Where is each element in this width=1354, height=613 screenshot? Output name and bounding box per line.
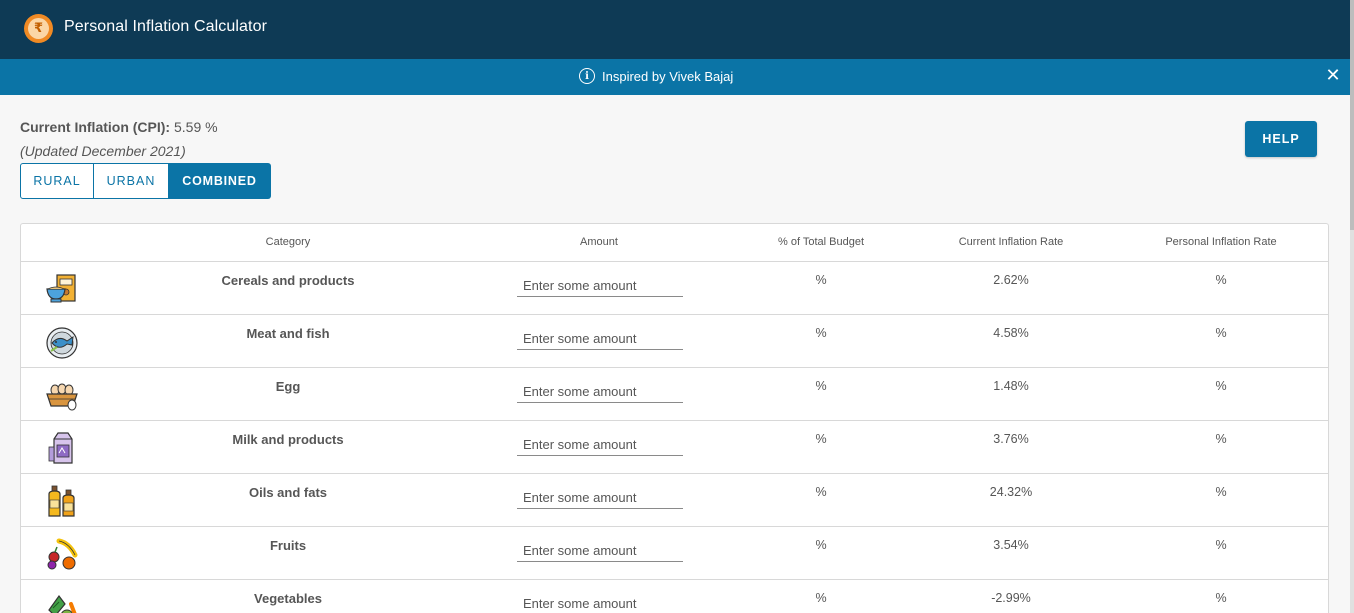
row-pct-budget: % [815, 432, 827, 446]
cpi-line: Current Inflation (CPI): 5.59 % [20, 119, 218, 135]
header-pct-budget: % of Total Budget [777, 236, 865, 248]
amount-input[interactable] [517, 433, 683, 456]
app-title: Personal Inflation Calculator [64, 18, 268, 35]
row-current-rate: 24.32% [989, 485, 1033, 499]
row-current-rate: 2.62% [993, 273, 1029, 287]
row-pct-budget: % [815, 485, 827, 499]
amount-input[interactable] [517, 486, 683, 509]
banner-content: i Inspired by Vivek Bajaj [579, 68, 733, 84]
amount-input[interactable] [517, 327, 683, 350]
row-personal-rate: % [1215, 591, 1227, 605]
table-row: Cereals and products % 2.62% % [21, 262, 1328, 315]
table-row: Egg % 1.48% % [21, 368, 1328, 421]
row-current-rate: 3.76% [993, 432, 1029, 446]
oil-bottles-icon [45, 484, 79, 518]
cereal-bowl-icon [45, 272, 79, 306]
cpi-updated-note: (Updated December 2021) [20, 143, 186, 159]
header-personal-rate: Personal Inflation Rate [1165, 236, 1277, 248]
row-personal-rate: % [1215, 432, 1227, 446]
header-category: Category [265, 236, 311, 248]
egg-basket-icon [45, 378, 79, 412]
row-category: Oils and fats [248, 485, 328, 500]
table-header: Category Amount % of Total Budget Curren… [21, 224, 1328, 262]
row-category: Egg [275, 379, 301, 394]
cpi-label: Current Inflation (CPI): [20, 119, 171, 135]
info-banner: i Inspired by Vivek Bajaj [0, 59, 1354, 95]
row-personal-rate: % [1215, 273, 1227, 287]
row-current-rate: 1.48% [993, 379, 1029, 393]
row-current-rate: -2.99% [991, 591, 1031, 605]
amount-input[interactable] [517, 380, 683, 403]
row-personal-rate: % [1215, 485, 1227, 499]
row-category: Vegetables [254, 591, 322, 606]
row-pct-budget: % [815, 273, 827, 287]
rural-button[interactable]: RURAL [20, 163, 94, 199]
header-current-rate: Current Inflation Rate [958, 236, 1064, 248]
table-row: Milk and products % 3.76% % [21, 421, 1328, 474]
header-amount: Amount [580, 236, 618, 248]
banner-text: Inspired by Vivek Bajaj [602, 68, 734, 84]
urban-button[interactable]: URBAN [94, 163, 169, 199]
row-pct-budget: % [815, 591, 827, 605]
row-personal-rate: % [1215, 379, 1227, 393]
row-category: Cereals and products [221, 273, 355, 288]
amount-input[interactable] [517, 539, 683, 562]
row-pct-budget: % [815, 379, 827, 393]
rupee-coin-icon: ₹ [24, 14, 53, 43]
page-scrollbar-thumb[interactable] [1350, 0, 1354, 230]
area-selector: RURAL URBAN COMBINED [20, 163, 271, 199]
row-pct-budget: % [815, 538, 827, 552]
row-category: Milk and products [232, 432, 344, 447]
table-row: Oils and fats % 24.32% % [21, 474, 1328, 527]
table-row: Vegetables % -2.99% % [21, 580, 1328, 613]
row-pct-budget: % [815, 326, 827, 340]
amount-input[interactable] [517, 274, 683, 297]
fish-plate-icon [45, 325, 79, 359]
banner-close-button[interactable]: ✕ [1325, 66, 1341, 86]
row-current-rate: 4.58% [993, 326, 1029, 340]
row-category: Fruits [269, 538, 307, 553]
row-category: Meat and fish [246, 326, 330, 341]
amount-input[interactable] [517, 592, 683, 613]
table-row: Fruits % 3.54% % [21, 527, 1328, 580]
cpi-value: 5.59 % [174, 119, 218, 135]
row-current-rate: 3.54% [993, 538, 1029, 552]
logo-symbol: ₹ [28, 18, 49, 39]
info-icon: i [579, 68, 595, 84]
fruits-icon [45, 537, 79, 571]
inflation-table: Category Amount % of Total Budget Curren… [20, 223, 1329, 613]
table-row: Meat and fish % 4.58% % [21, 315, 1328, 368]
row-personal-rate: % [1215, 538, 1227, 552]
vegetables-icon [45, 590, 79, 613]
milk-carton-icon [45, 431, 79, 465]
combined-button[interactable]: COMBINED [169, 163, 271, 199]
app-header: ₹ Personal Inflation Calculator [0, 0, 1354, 59]
row-personal-rate: % [1215, 326, 1227, 340]
help-button[interactable]: HELP [1245, 121, 1317, 157]
